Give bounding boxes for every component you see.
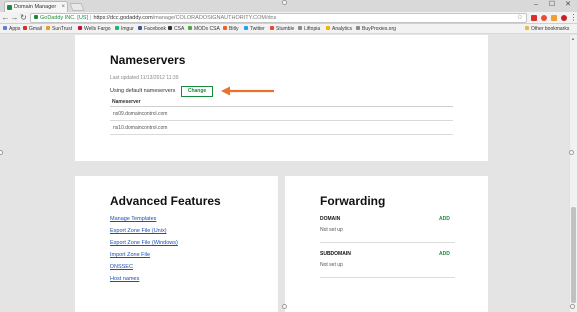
divider [320, 277, 455, 278]
change-nameservers-button[interactable]: Change [181, 86, 213, 97]
bookmark-bitly[interactable]: Bitly [223, 24, 238, 34]
folder-icon [525, 26, 529, 30]
nameservers-title: Nameservers [110, 53, 186, 67]
forward-icon[interactable]: → [10, 12, 19, 24]
forwarding-card: Forwarding DOMAIN ADD Not set up SUBDOMA… [285, 176, 488, 312]
tab-title: Domain Manager [14, 4, 57, 10]
bookmark-stumble[interactable]: Stumble [270, 24, 294, 34]
advanced-features-title: Advanced Features [110, 194, 221, 208]
scrollbar-thumb[interactable] [571, 207, 576, 303]
extension-opera-icon[interactable] [561, 15, 567, 21]
bookmark-suntrust[interactable]: SunTrust [46, 24, 72, 34]
page-content: Nameservers Last updated 11/13/2012 11:3… [0, 35, 569, 312]
bookmarks-bar: Apps Gmail SunTrust Wells Fargo Imgur Fa… [0, 24, 577, 34]
stumble-icon [270, 26, 274, 30]
tab-domain-manager[interactable]: Domain Manager × [4, 1, 68, 12]
apps-icon [3, 26, 7, 30]
favicon-icon [7, 5, 12, 10]
bookmark-apps[interactable]: Apps [3, 24, 20, 34]
export-zone-windows-link[interactable]: Export Zone File (Windows) [110, 240, 178, 252]
lock-icon [34, 15, 38, 19]
nameservers-card: Nameservers Last updated 11/13/2012 11:3… [75, 35, 488, 161]
export-zone-unix-link[interactable]: Export Zone File (Unix) [110, 228, 178, 240]
nameserver-status: Using default nameservers [110, 88, 176, 94]
suntrust-icon [46, 26, 50, 30]
bookmark-buyproxies[interactable]: BuyProxies.org [356, 24, 396, 34]
divider [320, 242, 455, 243]
url-host: https://dcc.godaddy.com [93, 15, 153, 21]
subdomain-forwarding-label: SUBDOMAIN [320, 251, 351, 257]
facebook-icon [138, 26, 142, 30]
imgur-icon [115, 26, 119, 30]
resize-handle [282, 0, 287, 5]
bookmark-wells-fargo[interactable]: Wells Fargo [78, 24, 111, 34]
twitter-icon [244, 26, 248, 30]
extension-pdf-icon[interactable] [531, 15, 537, 21]
resize-handle [282, 304, 287, 309]
add-subdomain-forwarding-button[interactable]: ADD [439, 251, 450, 257]
tab-close-icon[interactable]: × [61, 2, 65, 12]
page-scrollbar[interactable]: ▲ ▼ [569, 35, 577, 312]
url-separator: | [90, 15, 92, 21]
bookmark-facebook[interactable]: Facebook [138, 24, 166, 34]
bookmark-gmail[interactable]: Gmail [23, 24, 42, 34]
bookmark-twitter[interactable]: Twitter [244, 24, 265, 34]
forwarding-title: Forwarding [320, 194, 386, 208]
other-bookmarks[interactable]: Other bookmarks [525, 24, 569, 34]
extension-star-icon[interactable] [551, 15, 557, 21]
extension-stop-icon[interactable] [541, 15, 547, 21]
nameserver-column-header: Nameserver [110, 98, 453, 107]
csa-icon [168, 26, 172, 30]
gmail-icon [23, 26, 27, 30]
nameserver-table: Nameserver ns09.domaincontrol.com ns10.d… [110, 98, 453, 135]
domain-forwarding-label: DOMAIN [320, 216, 341, 222]
close-window-icon[interactable]: ✕ [562, 0, 574, 10]
address-bar[interactable]: GoDaddy INC. [US] | https://dcc.godaddy.co… [30, 13, 527, 23]
new-tab-button[interactable] [69, 3, 85, 11]
bitly-icon [223, 26, 227, 30]
import-zone-link[interactable]: Import Zone File [110, 252, 178, 264]
wells-fargo-icon [78, 26, 82, 30]
menu-icon[interactable]: ⋮ [569, 12, 577, 24]
bookmark-star-icon[interactable]: ☆ [517, 14, 523, 22]
manage-templates-link[interactable]: Manage Templates [110, 216, 178, 228]
url-path: /manage/COLORADOSIGNAUTHORITY.COM/dns [152, 15, 277, 21]
bookmark-csa[interactable]: CSA [168, 24, 184, 34]
page-icon [356, 26, 360, 30]
table-row: ns09.domaincontrol.com [110, 107, 453, 121]
reload-icon[interactable]: ↻ [19, 12, 28, 24]
secure-label: GoDaddy INC. [US] [40, 15, 88, 21]
scroll-up-icon[interactable]: ▲ [571, 36, 575, 41]
bookmark-imgur[interactable]: Imgur [115, 24, 134, 34]
tab-strip: Domain Manager × – ☐ ✕ [0, 0, 577, 12]
last-updated: Last updated 11/13/2012 11:39 [110, 75, 179, 81]
domain-forwarding-value: Not set up [320, 227, 343, 233]
maximize-icon[interactable]: ☐ [546, 0, 558, 10]
table-row: ns10.domaincontrol.com [110, 121, 453, 135]
advanced-features-card: Advanced Features Manage Templates Expor… [75, 176, 278, 312]
bookmark-liftopia[interactable]: Liftopia [298, 24, 320, 34]
dnssec-link[interactable]: DNSSEC [110, 264, 178, 276]
bookmark-modx-csa[interactable]: MODx CSA [188, 24, 220, 34]
resize-handle [569, 150, 574, 155]
back-icon[interactable]: ← [1, 12, 10, 24]
page-icon [298, 26, 302, 30]
modx-icon [188, 26, 192, 30]
resize-handle [570, 304, 575, 309]
arrow-left-icon [221, 86, 274, 96]
add-domain-forwarding-button[interactable]: ADD [439, 216, 450, 222]
host-names-link[interactable]: Host names [110, 276, 178, 288]
advanced-links: Manage Templates Export Zone File (Unix)… [110, 216, 178, 288]
analytics-icon [326, 26, 330, 30]
minimize-icon[interactable]: – [530, 0, 542, 10]
subdomain-forwarding-value: Not set up [320, 262, 343, 268]
browser-toolbar: ← → ↻ GoDaddy INC. [US] | https://dcc.goda… [0, 12, 577, 24]
bookmark-analytics[interactable]: Analytics [326, 24, 352, 34]
